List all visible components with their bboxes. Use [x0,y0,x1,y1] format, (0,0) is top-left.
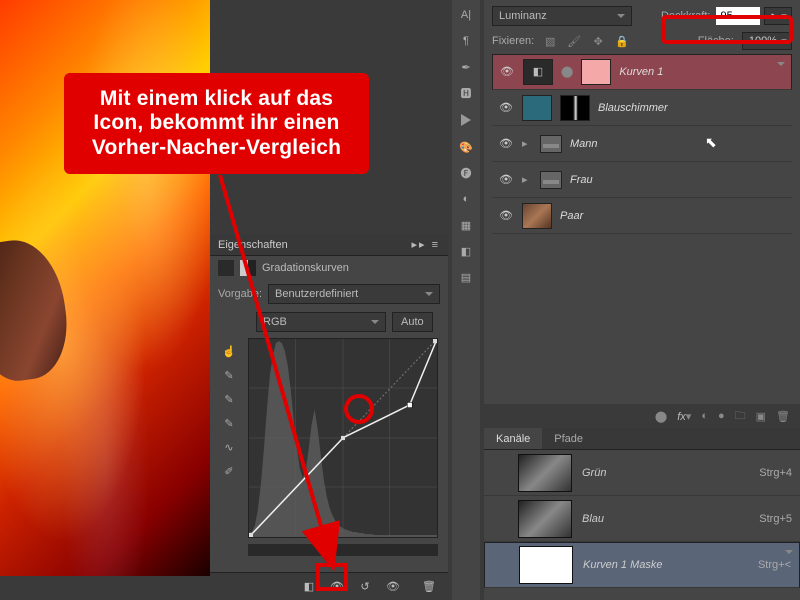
properties-title: Eigenschaften [218,234,288,255]
channel-row[interactable]: Grün Strg+4 [484,450,800,496]
lock-label: Fixieren: [492,35,534,47]
toggle-preview-icon[interactable]: 👁 [328,578,346,596]
annotation-callout: Mit einem klick auf das Icon, bekommt ih… [64,73,369,174]
annotation-text: Mit einem klick auf das Icon, bekommt ih… [72,87,361,159]
mask-icon [240,260,256,276]
mask-thumb [581,59,611,85]
layer-thumb [522,203,552,229]
tab-paths[interactable]: Pfade [542,428,595,449]
new-layer-icon[interactable]: ▣ [756,410,766,423]
opacity-label: Deckkraft: [661,10,711,22]
layer-row[interactable]: 👁◧⬤Kurven 1 [492,54,792,90]
layer-thumb [522,95,552,121]
white-point-icon[interactable]: ✎ [218,364,240,386]
properties-panel: Eigenschaften ▸▸ ≡ Gradationskurven Vorg… [210,234,448,600]
channel-row[interactable]: Blau Strg+5 [484,496,800,542]
channel-thumb [518,500,572,538]
channel-name: Kurven 1 Maske [583,556,748,574]
edit-points-icon[interactable]: ∿ [218,436,240,458]
folder-icon [540,135,562,153]
paragraph-icon[interactable]: ¶ [454,29,478,53]
tool-icon[interactable]: ▦ [454,213,478,237]
visibility-icon[interactable]: 👁 [498,173,514,186]
opacity-input[interactable] [716,7,760,25]
tool-icon[interactable]: ▤ [454,265,478,289]
black-point-icon[interactable]: ✎ [218,412,240,434]
properties-icon[interactable]: 🅷 [454,81,478,105]
gray-point-icon[interactable]: ✎ [218,388,240,410]
group-icon[interactable]: 🗀 [735,407,746,426]
pen-tool-icon[interactable]: ✒ [454,55,478,79]
lock-paint-icon[interactable]: 🖌 [566,33,582,49]
adjust-thumb-icon: ◧ [523,59,553,85]
channel-shortcut: Strg+< [758,556,791,574]
blend-mode-select[interactable]: Luminanz [492,6,632,26]
channel-name: Grün [582,467,749,479]
channel-thumb [519,546,573,584]
channel-select[interactable]: RGB [256,312,386,332]
input-sliders[interactable] [248,544,438,556]
adjustments-icon[interactable]: ◐ [454,187,478,211]
layer-name: Mann [570,138,598,150]
swatches-icon[interactable]: 🎨 [454,135,478,159]
delete-layer-icon[interactable]: 🗑 [776,410,790,423]
channel-shortcut: Strg+5 [759,513,792,525]
reset-icon[interactable]: ↺ [356,578,374,596]
type-tool-icon[interactable]: A| [454,3,478,27]
opacity-stepper[interactable]: ▸ [764,7,792,25]
fill-value[interactable]: 100% [742,32,792,50]
preset-select[interactable]: Benutzerdefiniert [268,284,440,304]
channel-name: Blau [582,513,749,525]
fx-icon[interactable]: fx▾ [677,410,691,423]
lock-move-icon[interactable]: ✥ [590,33,606,49]
collapse-icon[interactable] [461,114,471,126]
lock-transparent-icon[interactable]: ▧ [542,33,558,49]
panel-menu-icon[interactable]: ▸▸ ≡ [411,234,440,255]
visibility-icon[interactable]: 👁 [498,137,514,150]
curves-icon [218,260,234,276]
preset-label: Vorgabe: [218,288,262,300]
lock-all-icon[interactable]: 🔒 [614,33,630,49]
mask-add-icon[interactable]: ◐ [701,410,708,422]
visibility-icon[interactable]: 👁 [384,578,402,596]
channels-panel: Kanäle Pfade Grün Strg+4 Blau Strg+5 Kurven … [484,428,800,600]
layer-name: Paar [560,210,583,222]
curves-chart[interactable] [248,338,438,538]
layer-name: Blauschimmer [598,102,668,114]
tab-channels[interactable]: Kanäle [484,428,542,449]
visibility-icon[interactable]: 👁 [498,209,514,222]
link-icon[interactable]: ⬤ [655,410,667,423]
trash-icon[interactable]: 🗑 [420,578,438,596]
draw-curve-icon[interactable]: ✐ [218,460,240,482]
visibility-icon[interactable]: 👁 [498,101,514,114]
visibility-icon[interactable]: 👁 [499,63,515,81]
channel-thumb [518,454,572,492]
channel-shortcut: Strg+4 [759,467,792,479]
layer-row[interactable]: 👁▸Frau [492,162,792,198]
fill-label: Fläche: [698,35,734,47]
layers-footer: ⬤ fx▾ ◐ ● 🗀 ▣ 🗑 [484,404,800,428]
layer-name: Frau [570,174,593,186]
properties-subtitle: Gradationskurven [262,262,349,274]
vertical-toolbar: A| ¶ ✒ 🅷 🎨 🅕 ◐ ▦ ◧ ▤ [452,0,480,600]
adjustment-add-icon[interactable]: ● [718,410,725,422]
styles-icon[interactable]: 🅕 [454,161,478,185]
on-image-tool-icon[interactable]: ☝ [218,340,240,362]
tool-icon[interactable]: ◧ [454,239,478,263]
mask-thumb [560,95,590,121]
channel-row[interactable]: Kurven 1 Maske Strg+< [484,542,800,588]
layer-row[interactable]: 👁 Paar [492,198,792,234]
folder-icon [540,171,562,189]
layers-panel: Luminanz Deckkraft: ▸ Fixieren: ▧ 🖌 ✥ 🔒 … [484,0,800,420]
layer-name: Kurven 1 [619,63,663,81]
clip-mask-icon[interactable]: ◧ [300,578,318,596]
layer-row[interactable]: 👁 Blauschimmer [492,90,792,126]
image-content [0,234,74,385]
auto-button[interactable]: Auto [392,312,433,332]
layer-row[interactable]: 👁▸Mann [492,126,792,162]
